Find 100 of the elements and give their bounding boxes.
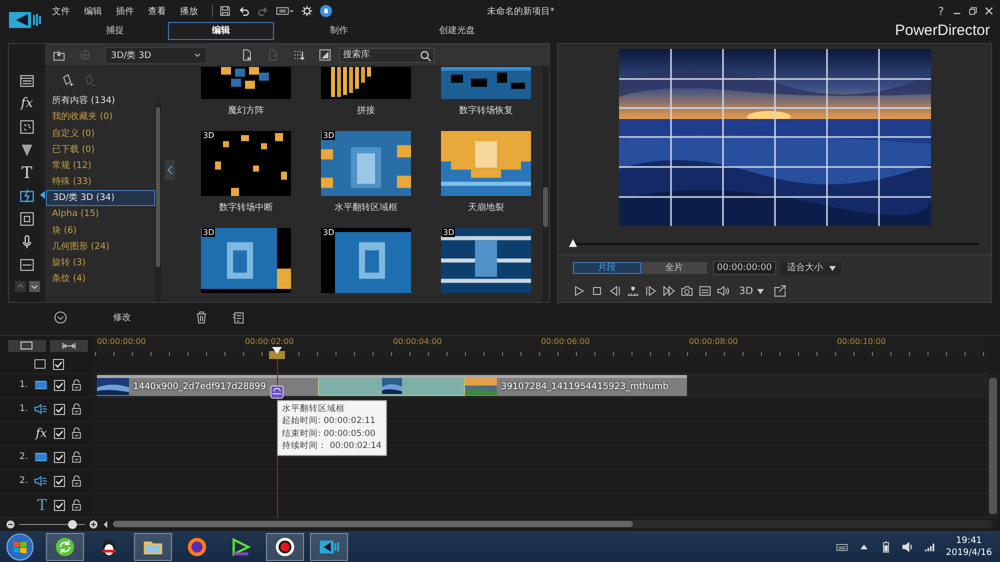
taskbar-app[interactable] [310,532,348,561]
category-dropdown[interactable]: 3D/类 3D [105,46,207,64]
slider-handle[interactable] [568,238,578,248]
category-item[interactable]: 已下载 (0) [46,142,155,158]
scroll-left-icon[interactable] [102,520,109,529]
category-item[interactable]: 3D/类 3D (34) [46,190,155,206]
play-icon[interactable] [573,285,585,298]
scrollbar[interactable] [988,374,998,518]
marker-icon[interactable] [627,285,639,298]
sparkle-frame-icon[interactable] [19,118,35,135]
menu-item[interactable]: 查看 [148,4,166,18]
media-list-icon[interactable] [19,72,35,89]
checkbox[interactable] [54,452,65,463]
zoom-in-icon[interactable] [89,520,98,529]
volume-icon[interactable] [902,540,914,553]
list-icon[interactable] [232,311,245,324]
lock-icon[interactable] [71,451,82,464]
stop-icon[interactable] [591,285,603,298]
lock-icon[interactable] [71,403,82,416]
category-item[interactable]: 所有内容 (134) [46,93,155,110]
preview-mode-tab[interactable]: 全片 [641,262,707,274]
playhead-handle[interactable] [269,346,285,359]
delete-icon[interactable] [195,311,208,324]
restore-icon[interactable] [968,6,978,16]
subtitle-icon[interactable] [19,256,35,273]
preview-slider[interactable] [570,238,979,248]
mode-tab[interactable]: 编辑 [168,22,274,40]
checkbox[interactable] [54,500,65,511]
save-icon[interactable] [219,5,231,17]
slider-handle[interactable] [68,520,77,529]
transition-icon[interactable] [270,384,284,399]
thumbnail-size-icon[interactable] [319,49,331,62]
category-item[interactable]: 特殊 (33) [46,174,155,190]
subtitle-icon[interactable] [699,285,711,298]
notification-icon[interactable] [320,5,332,17]
fit-timeline-button[interactable] [50,340,88,352]
mode-tab[interactable]: 捕捉 [62,22,168,40]
expand-icon[interactable] [54,311,67,324]
volume-icon[interactable] [717,285,729,298]
title-button[interactable]: T [22,164,32,182]
help-button[interactable]: ? [938,4,944,18]
checkbox[interactable] [53,358,64,370]
taskbar-app[interactable] [46,532,84,561]
fit-dropdown[interactable]: 适合大小 [780,262,842,275]
preview-mode-tab[interactable]: 片段 [573,262,641,274]
scrollbar[interactable] [542,67,549,302]
menu-item[interactable]: 播放 [180,4,198,18]
taskbar-app[interactable] [266,532,304,561]
category-item[interactable]: 常规 (12) [46,158,155,174]
start-button[interactable] [6,532,34,561]
video-clip[interactable]: 39107284_1411954415923_mthumb [465,374,687,396]
clock-date[interactable]: 2019/4/16 [946,546,992,559]
lightning-frame-icon[interactable] [19,188,35,204]
next-frame-icon[interactable] [645,285,657,298]
track-manager-button[interactable] [8,340,46,352]
import-icon[interactable] [53,49,65,62]
category-item[interactable]: 我的收藏夹 (0) [46,109,155,126]
add-tag-icon[interactable] [61,73,75,88]
menu-item[interactable]: 文件 [52,4,70,18]
track-lane[interactable] [95,470,988,494]
resolution-icon[interactable] [276,5,294,17]
lock-icon[interactable] [71,475,82,488]
category-item[interactable]: Alpha (15) [46,206,155,223]
lock-icon[interactable] [71,499,82,512]
close-icon[interactable] [984,6,994,16]
scroll-down-icon[interactable] [28,281,40,292]
signal-icon[interactable] [924,540,936,553]
redo-icon[interactable] [257,5,269,17]
funnel-icon[interactable] [19,142,35,158]
checkbox[interactable] [54,404,65,415]
settings-icon[interactable] [301,5,313,17]
external-display-icon[interactable] [774,285,786,298]
checkbox[interactable] [54,476,65,487]
refresh-icon[interactable] [54,536,76,558]
horizontal-scrollbar[interactable] [113,520,993,528]
category-item[interactable]: 几何图形 (24) [46,238,155,255]
play-icon[interactable] [230,536,252,558]
transition-clip[interactable] [318,374,465,396]
undo-icon[interactable] [238,5,250,17]
effects-button[interactable]: fx [20,94,34,113]
category-item[interactable]: 块 (6) [46,222,155,239]
category-item[interactable]: 旋转 (3) [46,254,155,272]
modify-button[interactable]: 修改 [113,311,131,324]
3d-mode-button[interactable]: 3D [739,286,764,297]
category-item[interactable]: 自定义 (0) [46,126,155,142]
sort-icon[interactable] [293,49,305,62]
mode-tab[interactable]: 创建光盘 [404,22,510,40]
frame-icon[interactable] [19,210,35,227]
checkbox[interactable] [54,380,65,391]
checkbox[interactable] [54,428,65,439]
menu-item[interactable]: 编辑 [84,4,102,18]
mode-tab[interactable]: 制作 [286,22,392,40]
new-file-icon[interactable] [241,49,253,62]
browser-icon[interactable] [186,536,208,558]
fast-forward-icon[interactable] [663,285,675,298]
zoom-slider[interactable] [19,520,85,529]
clock-time[interactable]: 19:41 [956,534,982,547]
collapse-button[interactable] [165,160,175,180]
track-lane[interactable]: 1440x900_2d7edf917d28899 39107284_1411954415923_mthumb [95,374,988,398]
track-lane[interactable] [95,494,988,518]
